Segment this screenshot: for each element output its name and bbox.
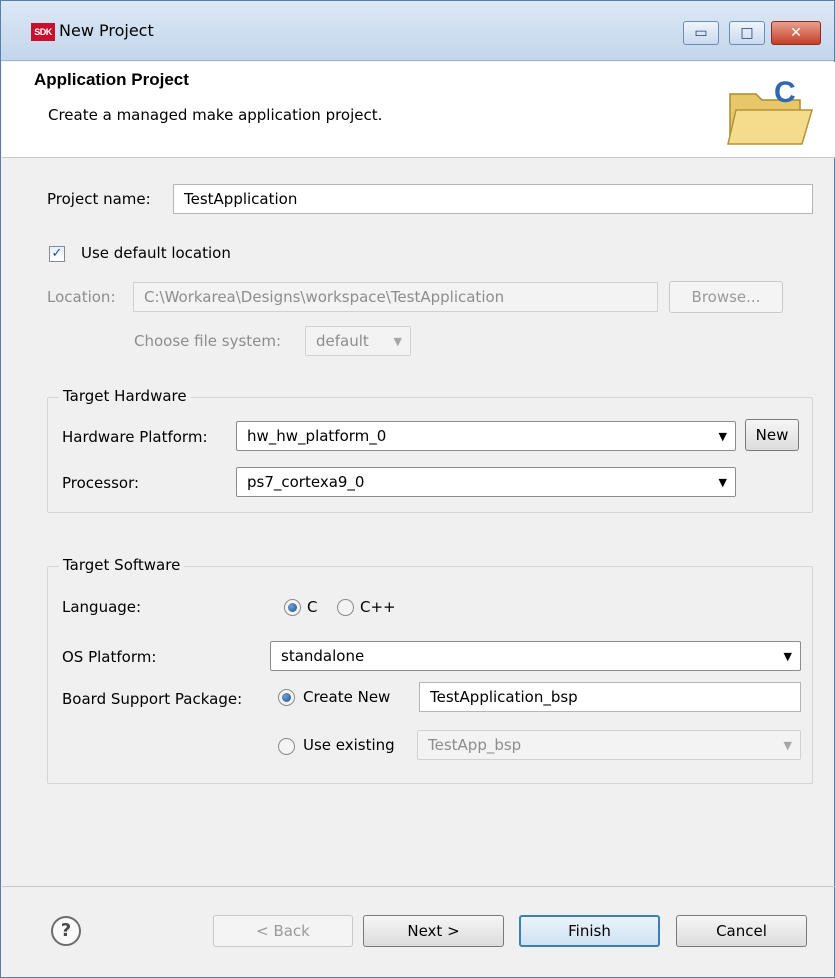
title-bar: SDK New Project ▭ □ ✕ (1, 1, 834, 61)
minimize-icon: ▭ (694, 25, 708, 41)
hardware-platform-label: Hardware Platform: (62, 428, 208, 446)
processor-label: Processor: (62, 474, 140, 492)
filesystem-select[interactable]: default ▼ (305, 326, 411, 356)
finish-button[interactable]: Finish (519, 915, 660, 947)
new-project-window: SDK New Project ▭ □ ✕ Application Projec… (0, 0, 835, 978)
processor-value: ps7_cortexa9_0 (247, 473, 365, 491)
bsp-use-existing-radio[interactable] (278, 738, 295, 755)
chevron-down-icon: ▼ (718, 476, 727, 489)
processor-select[interactable]: ps7_cortexa9_0 ▼ (236, 467, 736, 497)
close-icon: ✕ (790, 25, 802, 41)
hardware-platform-select[interactable]: hw_hw_platform_0 ▼ (236, 421, 736, 451)
back-button[interactable]: < Back (213, 915, 353, 947)
chevron-down-icon: ▼ (718, 430, 727, 443)
window-title: New Project (59, 21, 154, 40)
new-platform-button[interactable]: New (745, 419, 799, 451)
hardware-platform-value: hw_hw_platform_0 (247, 427, 387, 445)
language-cpp-label: C++ (360, 598, 396, 616)
browse-button[interactable]: Browse... (669, 281, 783, 313)
target-hardware-title: Target Hardware (59, 387, 191, 405)
wizard-header: Application Project Create a managed mak… (2, 62, 835, 158)
page-description: Create a managed make application projec… (48, 106, 383, 124)
bsp-create-new-radio[interactable] (278, 689, 295, 706)
language-cpp-radio[interactable] (337, 599, 354, 616)
close-button[interactable]: ✕ (771, 21, 821, 45)
os-platform-value: standalone (281, 647, 365, 665)
chevron-down-icon: ▼ (393, 335, 402, 348)
project-name-label: Project name: (47, 190, 151, 208)
language-label: Language: (62, 598, 142, 616)
next-button[interactable]: Next > (363, 915, 504, 947)
language-c-label: C (307, 598, 318, 616)
use-default-location-checkbox[interactable]: ✓ (49, 246, 65, 262)
os-platform-select[interactable]: standalone ▼ (270, 641, 801, 671)
bsp-use-existing-label: Use existing (303, 736, 395, 754)
bsp-label: Board Support Package: (62, 690, 243, 708)
footer-divider (2, 886, 835, 887)
svg-text:C: C (774, 76, 796, 109)
bsp-existing-value: TestApp_bsp (428, 736, 522, 754)
project-name-input[interactable]: TestApplication (173, 184, 813, 214)
use-default-location-label: Use default location (81, 244, 231, 262)
location-label: Location: (47, 288, 116, 306)
page-title: Application Project (34, 70, 189, 89)
language-c-radio[interactable] (284, 599, 301, 616)
location-input[interactable]: C:\Workarea\Designs\workspace\TestApplic… (133, 282, 658, 312)
help-icon[interactable]: ? (51, 916, 81, 946)
maximize-icon: □ (740, 25, 754, 41)
chevron-down-icon: ▼ (783, 739, 792, 752)
sdk-app-icon: SDK (31, 23, 55, 41)
os-platform-label: OS Platform: (62, 648, 157, 666)
maximize-button[interactable]: □ (729, 21, 765, 45)
bsp-name-input[interactable]: TestApplication_bsp (419, 682, 801, 712)
chevron-down-icon: ▼ (783, 650, 792, 663)
target-software-title: Target Software (59, 556, 185, 574)
bsp-create-new-label: Create New (303, 688, 391, 706)
cancel-button[interactable]: Cancel (676, 915, 807, 947)
bsp-existing-select[interactable]: TestApp_bsp ▼ (417, 730, 801, 760)
folder-c-icon: C (727, 76, 814, 145)
filesystem-label: Choose file system: (134, 332, 282, 350)
minimize-button[interactable]: ▭ (683, 21, 719, 45)
filesystem-value: default (316, 332, 369, 350)
